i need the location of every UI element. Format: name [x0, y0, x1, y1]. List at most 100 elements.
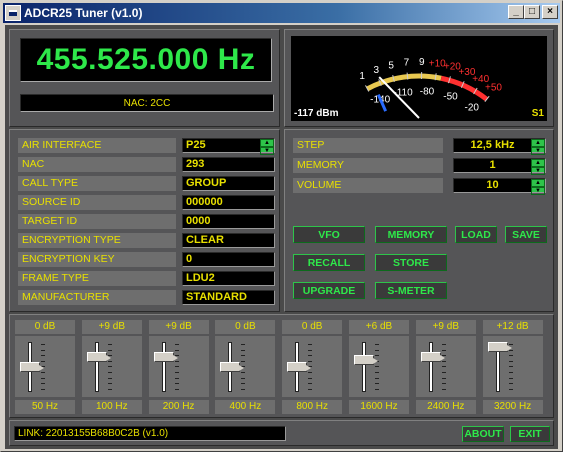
eq-slider-track[interactable]	[362, 342, 366, 392]
param-label: FRAME TYPE	[18, 271, 176, 286]
control-row: VOLUME 10 ▲ ▼	[293, 178, 549, 195]
upgrade-button[interactable]: UPGRADE	[293, 282, 365, 299]
decoder-info-panel: AIR INTERFACE P25 ▲ ▼ NAC 293 CALL TYPE GROUP SO…	[9, 129, 280, 312]
minimize-button[interactable]: _	[508, 5, 524, 19]
store-button[interactable]: STORE	[375, 254, 447, 271]
eq-frequency-label: 100 Hz	[81, 400, 142, 414]
eq-band: +9 dB 100 Hz	[81, 320, 142, 414]
param-row: FRAME TYPE LDU2	[18, 271, 276, 286]
param-value: 0000	[182, 214, 275, 229]
spin-buttons[interactable]: ▲ ▼	[531, 179, 545, 195]
title-bar[interactable]: ADCR25 Tuner (v1.0) _ □ ×	[3, 3, 560, 23]
eq-band: +9 dB 200 Hz	[148, 320, 209, 414]
link-status: LINK: 22013155B68B0C2B (v1.0)	[14, 426, 286, 441]
exit-button[interactable]: EXIT	[510, 426, 550, 442]
param-label: ENCRYPTION KEY	[18, 252, 176, 267]
eq-slider-track[interactable]	[94, 342, 99, 392]
eq-slider-thumb[interactable]	[354, 355, 378, 366]
param-row: CALL TYPE GROUP	[18, 176, 276, 191]
param-value-text: 0000	[186, 215, 211, 227]
close-button[interactable]: ×	[542, 5, 558, 19]
param-label: AIR INTERFACE	[18, 138, 176, 153]
app-icon[interactable]	[5, 5, 21, 21]
eq-slider-thumb[interactable]	[86, 352, 111, 362]
vfo-button[interactable]: VFO	[293, 226, 365, 243]
eq-slider[interactable]	[81, 336, 142, 397]
param-value-text: LDU2	[186, 272, 215, 284]
meter-scale-top-label: 5	[388, 60, 394, 71]
eq-slider-thumb[interactable]	[487, 342, 512, 352]
spin-buttons[interactable]: ▲ ▼	[531, 139, 545, 155]
save-button[interactable]: SAVE	[505, 226, 547, 243]
spin-buttons[interactable]: ▲ ▼	[260, 139, 274, 155]
eq-slider-ticks	[174, 344, 181, 390]
param-label: MANUFACTURER	[18, 290, 176, 305]
spin-up-icon[interactable]: ▲	[531, 139, 545, 147]
param-value: CLEAR	[182, 233, 275, 248]
spin-down-icon[interactable]: ▼	[531, 187, 545, 195]
meter-scale-bottom-label: -50	[443, 92, 458, 103]
maximize-button[interactable]: □	[524, 5, 540, 19]
param-row: TARGET ID 0000	[18, 214, 276, 229]
spin-down-icon[interactable]: ▼	[531, 147, 545, 155]
param-label: TARGET ID	[18, 214, 176, 229]
spin-down-icon[interactable]: ▼	[531, 167, 545, 175]
s-unit-readout: S1	[531, 108, 544, 119]
load-button[interactable]: LOAD	[455, 226, 497, 243]
eq-slider-track[interactable]	[428, 342, 433, 392]
control-value-text: 10	[486, 179, 499, 191]
param-label: SOURCE ID	[18, 195, 176, 210]
control-value[interactable]: 1 ▲ ▼	[453, 158, 546, 175]
param-value-text: 000000	[186, 196, 223, 208]
control-value[interactable]: 12,5 kHz ▲ ▼	[453, 138, 546, 155]
eq-slider[interactable]	[215, 336, 276, 397]
window-title: ADCR25 Tuner (v1.0)	[24, 6, 143, 20]
meter-scale-top-label: 7	[404, 58, 410, 69]
eq-frequency-label: 50 Hz	[15, 400, 75, 414]
param-value-text: 0	[186, 253, 193, 265]
control-value[interactable]: 10 ▲ ▼	[453, 178, 546, 195]
about-button[interactable]: ABOUT	[462, 426, 504, 442]
eq-slider-thumb[interactable]	[287, 362, 312, 372]
eq-band: 0 dB 400 Hz	[215, 320, 276, 414]
eq-slider-ticks	[441, 344, 448, 390]
eq-slider-track[interactable]	[161, 342, 166, 392]
frequency-panel: 455.525.000 Hz NAC: 2CC	[9, 29, 280, 127]
eq-slider-thumb[interactable]	[420, 352, 445, 362]
param-value: GROUP	[182, 176, 275, 191]
eq-slider[interactable]	[282, 336, 343, 397]
control-value-text: 12,5 kHz	[470, 139, 515, 151]
eq-band: +9 dB 2400 Hz	[415, 320, 476, 414]
memory-button[interactable]: MEMORY	[375, 226, 447, 243]
eq-gain-label: +6 dB	[349, 320, 409, 334]
meter-scale-top-label: +50	[485, 83, 502, 94]
spin-down-icon[interactable]: ▼	[260, 147, 274, 155]
eq-slider[interactable]	[148, 336, 209, 397]
frequency-display[interactable]: 455.525.000 Hz	[20, 38, 272, 82]
eq-slider[interactable]	[482, 336, 543, 397]
equalizer-panel: 0 dB 50 Hz +9 dB 100 Hz +9 dB 200 Hz 0 dB 400 H…	[9, 314, 554, 418]
param-label: ENCRYPTION TYPE	[18, 233, 176, 248]
param-value: 000000	[182, 195, 275, 210]
meter-scale-bottom-label: -110	[393, 87, 413, 98]
eq-slider[interactable]	[415, 336, 476, 397]
spin-up-icon[interactable]: ▲	[531, 159, 545, 167]
nac-display: NAC: 2CC	[20, 94, 274, 112]
eq-band: 0 dB 50 Hz	[15, 320, 75, 414]
eq-frequency-label: 1600 Hz	[349, 400, 409, 414]
eq-slider-thumb[interactable]	[20, 362, 44, 372]
eq-slider-thumb[interactable]	[153, 352, 178, 362]
control-row: STEP 12,5 kHz ▲ ▼	[293, 138, 549, 155]
eq-slider-thumb[interactable]	[220, 362, 245, 372]
eq-slider[interactable]	[349, 336, 409, 397]
eq-slider[interactable]	[15, 336, 75, 397]
s-meter-button[interactable]: S-METER	[375, 282, 447, 299]
spin-buttons[interactable]: ▲ ▼	[531, 159, 545, 175]
recall-button[interactable]: RECALL	[293, 254, 365, 271]
meter-scale-bottom-label: -20	[465, 103, 480, 114]
spin-up-icon[interactable]: ▲	[531, 179, 545, 187]
param-value[interactable]: P25 ▲ ▼	[182, 138, 275, 155]
param-label: CALL TYPE	[18, 176, 176, 191]
spin-up-icon[interactable]: ▲	[260, 139, 274, 147]
eq-frequency-label: 800 Hz	[282, 400, 343, 414]
